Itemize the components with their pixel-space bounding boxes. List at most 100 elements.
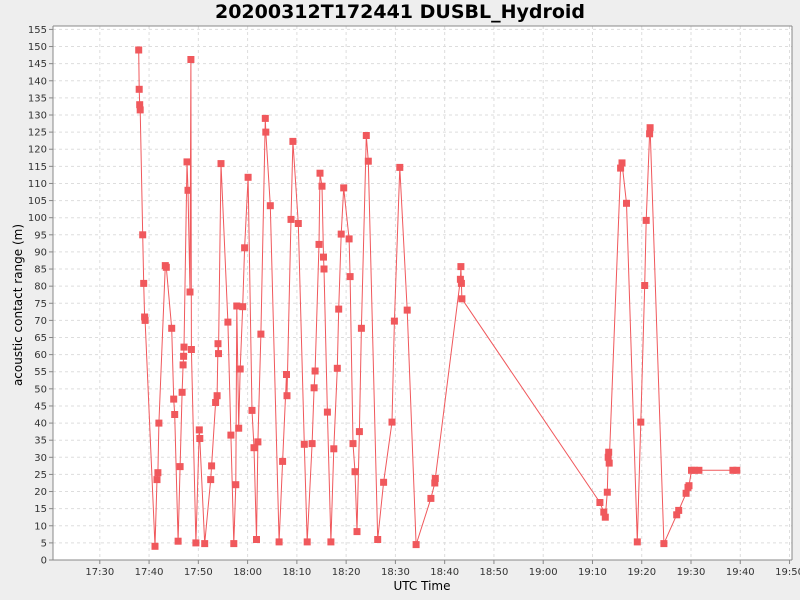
data-point	[457, 263, 465, 271]
data-point	[135, 46, 143, 54]
data-point	[596, 499, 604, 506]
data-point	[364, 157, 372, 165]
data-point	[641, 282, 649, 289]
data-point	[154, 469, 162, 477]
data-point	[213, 392, 221, 400]
y-tick-label: 155	[28, 25, 47, 36]
data-point	[618, 159, 626, 167]
data-point	[214, 340, 222, 348]
data-point	[396, 163, 404, 171]
data-point	[346, 273, 354, 281]
data-point	[380, 478, 388, 486]
data-point	[257, 330, 265, 338]
y-tick-label: 60	[34, 350, 47, 361]
x-tick-label: 17:50	[184, 567, 213, 578]
data-point	[311, 367, 319, 375]
data-point	[327, 538, 335, 546]
data-point	[176, 463, 184, 471]
x-tick-label: 17:40	[135, 567, 164, 578]
y-tick-label: 145	[28, 59, 47, 70]
data-point	[287, 215, 295, 223]
data-point	[187, 56, 195, 63]
x-tick-label: 18:20	[332, 567, 361, 578]
data-point	[168, 324, 176, 332]
x-tick-label: 17:30	[85, 567, 114, 578]
y-tick-label: 75	[34, 299, 47, 310]
data-point	[196, 435, 204, 442]
data-point	[390, 317, 398, 325]
data-point	[178, 388, 186, 396]
y-tick-label: 10	[34, 521, 47, 532]
y-tick-label: 80	[34, 282, 47, 293]
y-tick-label: 35	[34, 436, 47, 447]
data-point	[244, 173, 252, 181]
y-tick-label: 15	[34, 504, 47, 515]
data-point	[162, 263, 170, 271]
data-point	[351, 468, 359, 476]
data-point	[457, 279, 465, 287]
data-point	[646, 124, 654, 132]
data-point	[275, 538, 283, 546]
data-point	[289, 137, 297, 145]
data-point	[374, 536, 382, 543]
data-point	[431, 475, 439, 482]
y-tick-label: 0	[41, 556, 47, 567]
data-point	[294, 220, 302, 227]
data-point	[248, 406, 256, 414]
data-point	[186, 288, 194, 296]
y-tick-label: 100	[28, 213, 47, 224]
data-point	[179, 361, 187, 369]
data-point	[171, 411, 179, 418]
data-point	[300, 440, 308, 448]
data-point	[337, 230, 345, 238]
y-tick-label: 150	[28, 42, 47, 53]
data-point	[136, 106, 144, 114]
y-tick-label: 85	[34, 265, 47, 276]
x-tick-label: 18:40	[430, 567, 459, 578]
data-point	[184, 186, 192, 194]
data-point	[315, 240, 323, 248]
data-point	[427, 494, 435, 502]
data-point	[355, 428, 363, 436]
data-point	[151, 542, 159, 550]
y-tick-label: 115	[28, 162, 47, 173]
y-tick-label: 65	[34, 333, 47, 344]
data-point	[646, 130, 654, 138]
data-point	[254, 438, 262, 446]
data-point	[353, 528, 361, 536]
data-point	[412, 541, 420, 549]
data-point	[262, 128, 270, 136]
data-point	[155, 419, 163, 427]
y-tick-label: 105	[28, 196, 47, 207]
data-point	[253, 536, 260, 543]
data-point	[403, 306, 411, 314]
x-tick-label: 19:00	[529, 567, 558, 578]
data-point	[139, 231, 147, 239]
data-point	[335, 305, 343, 313]
data-point	[153, 476, 161, 484]
data-point	[660, 540, 668, 548]
data-point	[241, 244, 249, 252]
y-tick-label: 120	[28, 145, 47, 156]
data-point	[318, 182, 326, 190]
data-point	[224, 318, 232, 326]
chart-title: 20200312T172441 DUSBL_Hydroid	[215, 1, 585, 23]
y-tick-label: 110	[28, 179, 47, 190]
data-point	[187, 346, 195, 353]
data-point	[320, 265, 328, 273]
data-point	[283, 392, 291, 400]
x-tick-label: 18:30	[381, 567, 410, 578]
x-tick-label: 19:50	[775, 567, 800, 578]
data-point	[235, 424, 243, 432]
data-point	[623, 199, 630, 207]
data-point	[333, 364, 341, 372]
y-tick-label: 70	[34, 316, 47, 327]
y-tick-label: 50	[34, 384, 47, 395]
y-tick-label: 20	[34, 487, 47, 498]
data-point	[230, 540, 238, 548]
data-point	[601, 513, 609, 521]
x-tick-label: 19:40	[726, 567, 755, 578]
data-point	[303, 538, 311, 546]
y-tick-label: 95	[34, 230, 47, 241]
range-chart: 0 5 10 15 20 25 30 35 40 45 50 55 60 65 70 75 80 85 90 95 10…	[11, 1, 800, 593]
